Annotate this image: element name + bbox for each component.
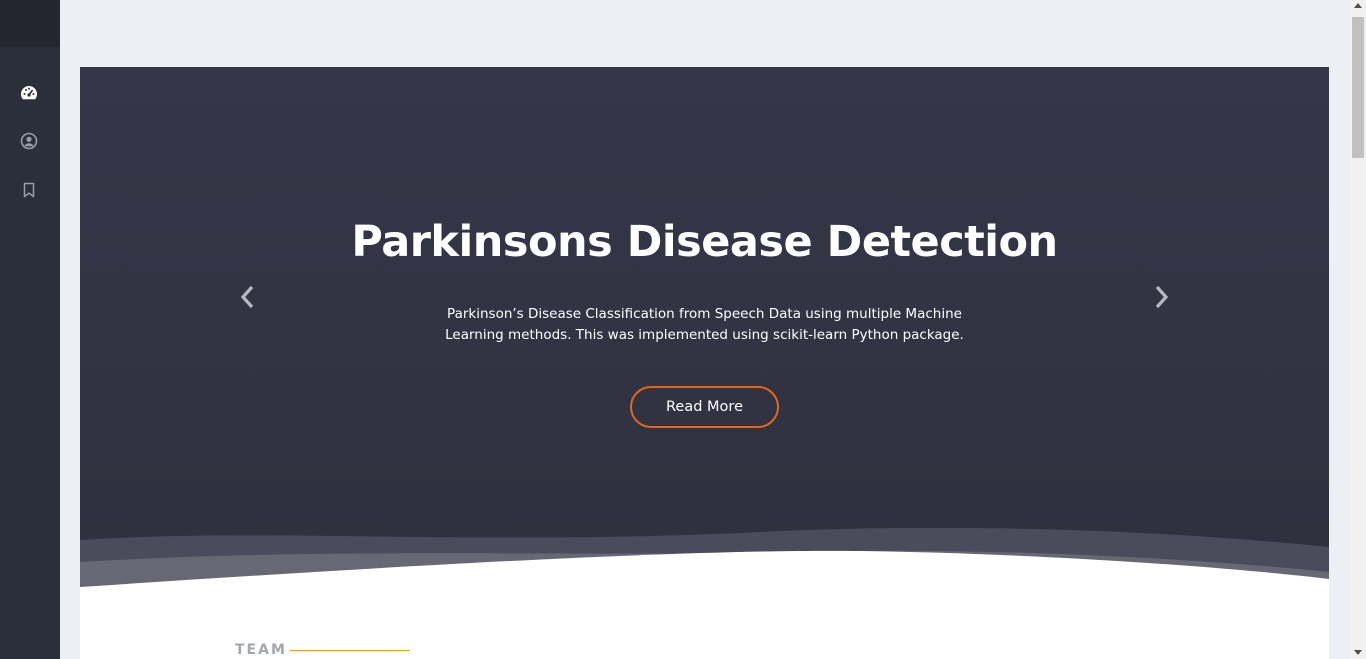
hero-wave-decoration [80, 527, 1329, 587]
user-circle-icon[interactable] [20, 132, 38, 150]
chevron-right-icon [1155, 285, 1169, 309]
sidebar [0, 0, 60, 659]
sidebar-header [0, 0, 60, 47]
scrollbar-thumb[interactable] [1352, 17, 1364, 158]
hero-carousel: Parkinsons Disease Detection Parkinson’s… [80, 67, 1329, 587]
scroll-up-arrow[interactable] [1354, 3, 1362, 8]
content-section: TEAM [80, 587, 1329, 659]
scroll-down-arrow[interactable] [1354, 650, 1362, 655]
section-label-team: TEAM [235, 642, 287, 658]
carousel-prev-button[interactable] [235, 284, 259, 310]
dashboard-icon[interactable] [20, 84, 38, 102]
hero-description: Parkinson’s Disease Classification from … [445, 306, 964, 343]
vertical-scrollbar[interactable] [1350, 0, 1366, 659]
bookmark-icon[interactable] [20, 181, 38, 199]
section-divider [290, 650, 410, 651]
chevron-left-icon [240, 285, 254, 309]
main-area: Parkinsons Disease Detection Parkinson’s… [60, 0, 1350, 659]
carousel-next-button[interactable] [1150, 284, 1174, 310]
read-more-button[interactable]: Read More [630, 386, 779, 428]
hero-title: Parkinsons Disease Detection [351, 217, 1058, 267]
